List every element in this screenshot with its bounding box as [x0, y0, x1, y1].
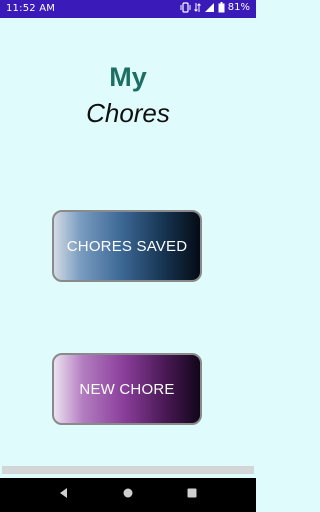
new-chore-button[interactable]: NEW CHORE	[52, 353, 202, 425]
new-chore-label: NEW CHORE	[79, 380, 175, 398]
home-button[interactable]	[108, 478, 148, 512]
status-bar: 11:52 AM 81%	[0, 0, 256, 18]
chores-saved-label: CHORES SAVED	[66, 237, 188, 255]
recents-icon	[186, 486, 198, 504]
main-content: My Chores CHORES SAVED NEW CHORE	[0, 18, 256, 478]
scroll-indicator	[2, 466, 254, 474]
status-time: 11:52 AM	[6, 3, 56, 14]
page-title-my: My	[109, 62, 147, 92]
back-button[interactable]	[44, 478, 84, 512]
status-icons: 81%	[180, 2, 250, 13]
vibrate-icon	[180, 2, 191, 13]
data-icon	[193, 2, 201, 13]
navigation-bar	[0, 478, 256, 512]
battery-percent: 81%	[227, 2, 250, 13]
signal-icon	[204, 2, 215, 13]
chores-saved-button[interactable]: CHORES SAVED	[52, 210, 202, 282]
page-title-chores: Chores	[86, 98, 170, 128]
back-icon	[58, 486, 70, 504]
home-icon	[122, 486, 134, 504]
recents-button[interactable]	[172, 478, 212, 512]
battery-icon	[218, 2, 225, 13]
